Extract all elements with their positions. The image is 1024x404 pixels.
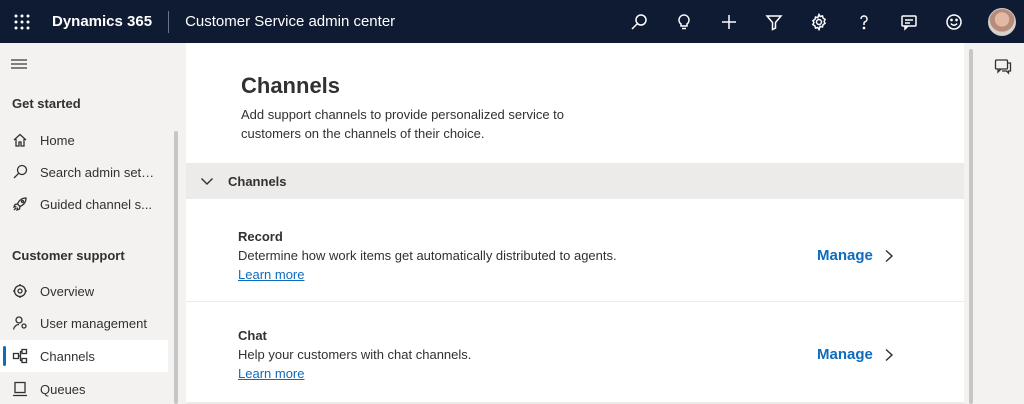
page-title: Channels (241, 73, 341, 98)
row-description: Determine how work items get automatical… (238, 248, 617, 263)
sidebar-item-queues[interactable]: Queues (0, 373, 168, 404)
rocket-icon (12, 196, 28, 212)
queues-icon (12, 381, 28, 397)
chevron-down-icon[interactable] (200, 174, 214, 188)
channels-icon (12, 348, 28, 364)
row-title: Chat (238, 328, 267, 343)
waffle-icon[interactable] (0, 0, 44, 43)
row-description: Help your customers with chat channels. (238, 347, 472, 362)
sidebar-item-label: Overview (40, 283, 95, 299)
search-icon[interactable] (616, 0, 661, 43)
sidebar-item-label: Queues (40, 381, 86, 397)
manage-button[interactable]: Manage (817, 247, 895, 264)
manage-button[interactable]: Manage (817, 346, 895, 363)
sidebar-item-label: User management (40, 315, 147, 331)
section-title-get-started: Get started (12, 96, 81, 111)
chevron-right-icon (883, 249, 895, 263)
row-title: Record (238, 229, 283, 244)
page-description: Add support channels to provide personal… (241, 107, 565, 141)
sidebar-item-label: Channels (40, 348, 95, 364)
top-bar: Dynamics 365 Customer Service admin cent… (0, 0, 1024, 43)
active-indicator (3, 346, 6, 366)
sidebar-item-search-admin-settings[interactable]: Search admin sett... (0, 156, 168, 188)
sidebar-item-label: Home (40, 132, 75, 148)
sidebar-item-label: Search admin sett... (40, 164, 155, 180)
sidebar-item-label: Guided channel s... (40, 196, 153, 212)
sidebar-item-user-management[interactable]: User management (0, 307, 168, 339)
avatar[interactable] (988, 7, 1016, 36)
smiley-icon[interactable] (931, 0, 976, 43)
sidebar-scrollbar[interactable] (174, 131, 178, 404)
manage-label: Manage (817, 346, 873, 363)
overview-icon (12, 283, 28, 299)
filter-icon[interactable] (751, 0, 796, 43)
feedback-icon[interactable] (886, 0, 931, 43)
main-panel: Channels Add support channels to provide… (186, 43, 964, 404)
brand-name[interactable]: Dynamics 365 (44, 13, 168, 30)
main-scrollbar[interactable] (969, 49, 973, 404)
section-title-customer-support: Customer support (12, 248, 125, 263)
channels-group-header[interactable]: Channels (186, 163, 964, 199)
plus-icon[interactable] (706, 0, 751, 43)
chevron-right-icon (883, 348, 895, 362)
topbar-actions (616, 0, 1024, 43)
help-icon[interactable] (841, 0, 886, 43)
left-sidebar: Get started Home Search admin sett... Gu… (0, 43, 183, 404)
sidebar-item-overview[interactable]: Overview (0, 275, 168, 307)
sidebar-item-home[interactable]: Home (0, 124, 168, 156)
lightbulb-icon[interactable] (661, 0, 706, 43)
hamburger-icon[interactable] (11, 57, 27, 69)
home-icon (12, 132, 28, 148)
group-title: Channels (228, 173, 287, 189)
app-name[interactable]: Customer Service admin center (169, 13, 395, 30)
search-icon (12, 164, 28, 180)
chat-icon[interactable] (994, 57, 1012, 75)
sidebar-item-channels[interactable]: Channels (0, 340, 168, 372)
learn-more-link[interactable]: Learn more (238, 267, 304, 282)
gear-icon[interactable] (796, 0, 841, 43)
learn-more-link[interactable]: Learn more (238, 366, 304, 381)
channel-row-chat: Chat Help your customers with chat chann… (186, 302, 964, 400)
channel-row-record: Record Determine how work items get auto… (186, 203, 964, 301)
manage-label: Manage (817, 247, 873, 264)
sidebar-item-guided-channel-setup[interactable]: Guided channel s... (0, 188, 168, 220)
user-icon (12, 315, 28, 331)
right-rail (984, 43, 1024, 404)
